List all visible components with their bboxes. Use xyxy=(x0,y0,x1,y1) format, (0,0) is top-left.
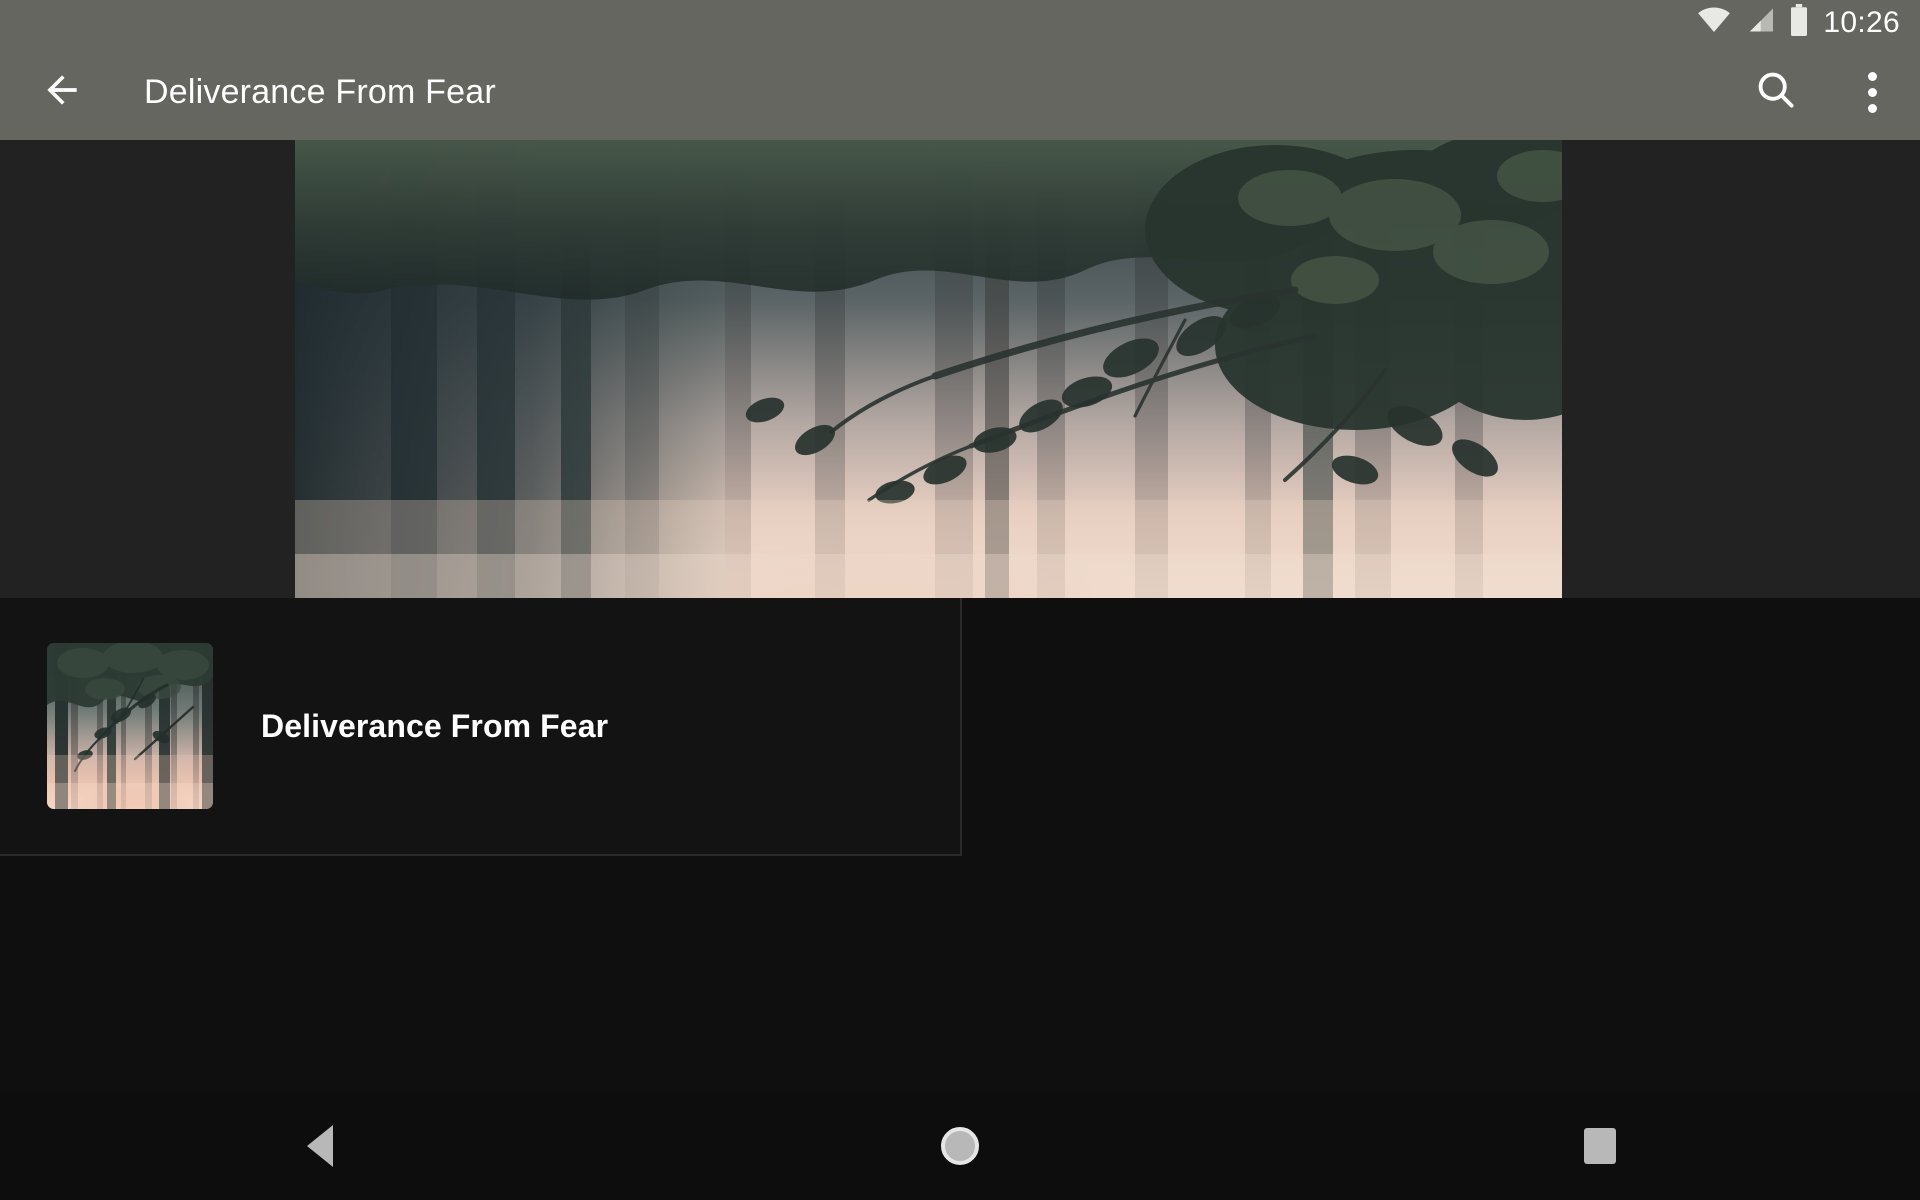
overflow-dot xyxy=(1867,72,1877,81)
back-button[interactable] xyxy=(14,45,110,140)
recents-square-icon xyxy=(1584,1128,1616,1164)
nav-home-button[interactable] xyxy=(640,1092,1280,1200)
hero-banner-image xyxy=(295,140,1562,598)
status-clock: 10:26 xyxy=(1823,5,1900,39)
overflow-menu-icon xyxy=(1867,72,1877,113)
overflow-menu-button[interactable] xyxy=(1824,45,1920,140)
home-circle-icon xyxy=(941,1127,979,1165)
battery-icon xyxy=(1789,4,1809,41)
app-toolbar: Deliverance From Fear xyxy=(0,45,1920,140)
hero-banner-section xyxy=(0,140,1920,598)
overflow-dot xyxy=(1867,88,1877,97)
nav-recents-button[interactable] xyxy=(1280,1092,1920,1200)
search-icon xyxy=(1754,68,1798,117)
page-title: Deliverance From Fear xyxy=(144,73,496,111)
item-title: Deliverance From Fear xyxy=(261,707,609,744)
status-bar: 10:26 xyxy=(0,0,1920,45)
overflow-dot xyxy=(1867,104,1877,113)
search-button[interactable] xyxy=(1728,45,1824,140)
system-navigation-bar xyxy=(0,1092,1920,1200)
item-thumbnail xyxy=(47,643,213,809)
back-triangle-icon xyxy=(307,1125,333,1167)
wifi-icon xyxy=(1697,7,1731,38)
cellular-signal-icon xyxy=(1745,7,1775,38)
arrow-back-icon xyxy=(40,68,84,117)
nav-back-button[interactable] xyxy=(0,1092,640,1200)
list-item[interactable]: Deliverance From Fear xyxy=(0,598,962,856)
android-screen: 10:26 Deliverance From Fear Deliverance … xyxy=(0,0,1920,1200)
status-icon-group xyxy=(1697,4,1809,41)
